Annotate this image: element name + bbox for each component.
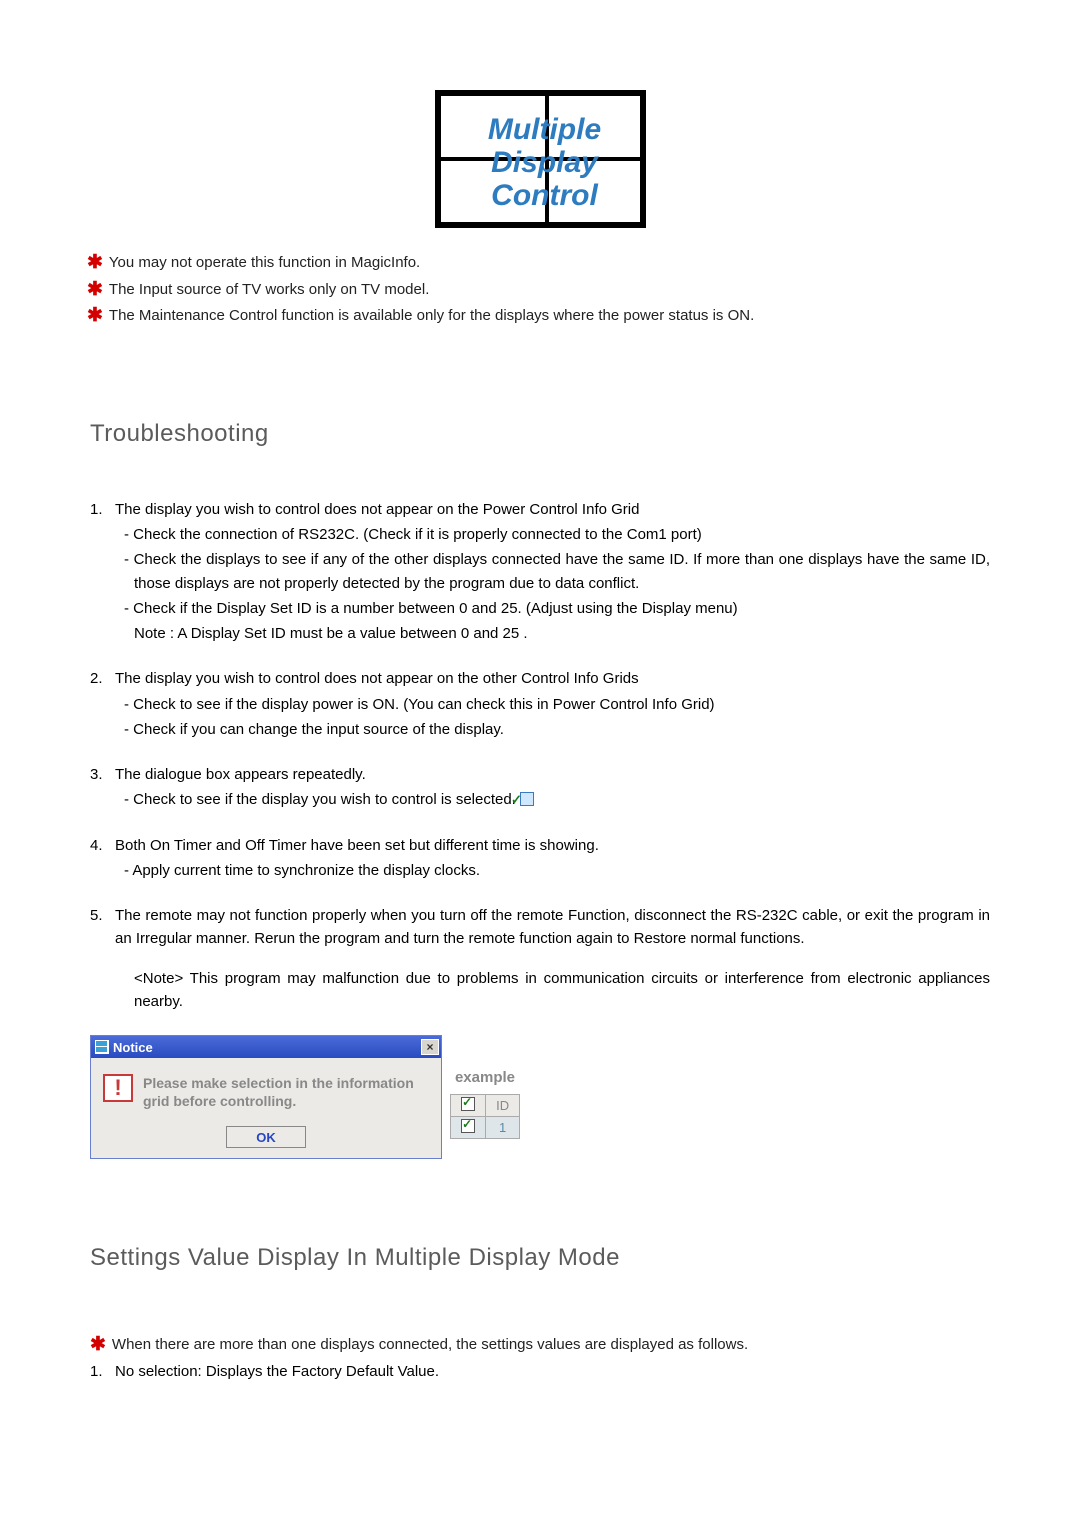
item-title: The remote may not function properly whe… xyxy=(115,907,990,947)
id-header: ID xyxy=(486,1095,520,1117)
item-title: The dialogue box appears repeatedly. xyxy=(115,766,366,783)
table-row: 1 xyxy=(451,1117,520,1139)
mdc-app-icon xyxy=(95,1040,109,1054)
dialog-title: Notice xyxy=(113,1040,153,1055)
item-sub: - Apply current time to synchronize the … xyxy=(115,859,990,882)
mdc-logo: Multiple Display Control xyxy=(435,90,646,228)
example-grid: ID 1 xyxy=(450,1094,520,1139)
item-sub: - Check to see if the display power is O… xyxy=(115,693,990,716)
settings-heading: Settings Value Display In Multiple Displ… xyxy=(90,1244,990,1272)
settings-numbered-1: 1. No selection: Displays the Factory De… xyxy=(90,1359,990,1385)
checkbox-icon[interactable] xyxy=(461,1097,475,1111)
example-panel: example ID 1 xyxy=(450,1035,520,1139)
settings-value-section: Settings Value Display In Multiple Displ… xyxy=(90,1244,990,1384)
top-notes-list: ✱ You may not operate this function in M… xyxy=(87,250,990,330)
top-note-text: The Input source of TV works only on TV … xyxy=(109,277,990,303)
item-number: 1. xyxy=(90,498,103,521)
star-icon: ✱ xyxy=(87,303,103,330)
item-number: 2. xyxy=(90,667,103,690)
dialog-titlebar: Notice × xyxy=(91,1036,441,1058)
program-note: <Note> This program may malfunction due … xyxy=(115,967,990,1014)
item-title: Both On Timer and Off Timer have been se… xyxy=(115,837,599,854)
top-note-text: The Maintenance Control function is avai… xyxy=(109,303,990,329)
item-sub: - Check if the Display Set ID is a numbe… xyxy=(115,597,990,620)
warning-icon: ! xyxy=(103,1074,133,1102)
item-number: 4. xyxy=(90,834,103,857)
troubleshooting-heading: Troubleshooting xyxy=(90,420,990,448)
top-note-3: ✱ The Maintenance Control function is av… xyxy=(87,303,990,330)
table-row: ID xyxy=(451,1095,520,1117)
item-sub: - Check if you can change the input sour… xyxy=(115,718,990,741)
example-label: example xyxy=(450,1069,520,1086)
logo-word-control: Control xyxy=(475,179,615,213)
item-number: 5. xyxy=(90,904,103,927)
settings-star-note: ✱ When there are more than one displays … xyxy=(90,1332,990,1359)
checkbox-icon[interactable] xyxy=(461,1119,475,1133)
item-number: 3. xyxy=(90,763,103,786)
star-icon: ✱ xyxy=(87,250,103,277)
item-sub: - Check the displays to see if any of th… xyxy=(115,548,990,595)
star-icon: ✱ xyxy=(90,1332,106,1359)
logo-wrapper: Multiple Display Control xyxy=(90,90,990,228)
troubleshooting-item-4: 4. Both On Timer and Off Timer have been… xyxy=(90,834,990,883)
item-sub: - Check to see if the display you wish t… xyxy=(115,788,990,811)
troubleshooting-item-5: 5. The remote may not function properly … xyxy=(90,904,990,1013)
checkbox-icon xyxy=(520,792,534,806)
top-note-1: ✱ You may not operate this function in M… xyxy=(87,250,990,277)
logo-word-display: Display xyxy=(475,146,615,180)
item-note: Note : A Display Set ID must be a value … xyxy=(115,622,990,645)
dialog-screenshot: Notice × ! Please make selection in the … xyxy=(90,1035,990,1159)
item-number: 1. xyxy=(90,1359,103,1385)
top-note-2: ✱ The Input source of TV works only on T… xyxy=(87,277,990,304)
notice-dialog: Notice × ! Please make selection in the … xyxy=(90,1035,442,1159)
troubleshooting-item-2: 2. The display you wish to control does … xyxy=(90,667,990,741)
settings-star-text: When there are more than one displays co… xyxy=(112,1332,990,1358)
ok-button[interactable]: OK xyxy=(226,1126,306,1148)
troubleshooting-item-3: 3. The dialogue box appears repeatedly. … xyxy=(90,763,990,812)
logo-word-multiple: Multiple xyxy=(465,113,625,147)
close-button[interactable]: × xyxy=(421,1039,439,1055)
troubleshooting-item-1: 1. The display you wish to control does … xyxy=(90,498,990,646)
item-title: The display you wish to control does not… xyxy=(115,501,639,518)
star-icon: ✱ xyxy=(87,277,103,304)
dialog-message: Please make selection in the information… xyxy=(143,1074,429,1110)
item-title: The display you wish to control does not… xyxy=(115,670,639,687)
top-note-text: You may not operate this function in Mag… xyxy=(109,250,990,276)
item-sub: - Check the connection of RS232C. (Check… xyxy=(115,523,990,546)
id-value: 1 xyxy=(486,1117,520,1139)
close-icon: × xyxy=(426,1040,433,1054)
item-text: No selection: Displays the Factory Defau… xyxy=(115,1363,439,1380)
